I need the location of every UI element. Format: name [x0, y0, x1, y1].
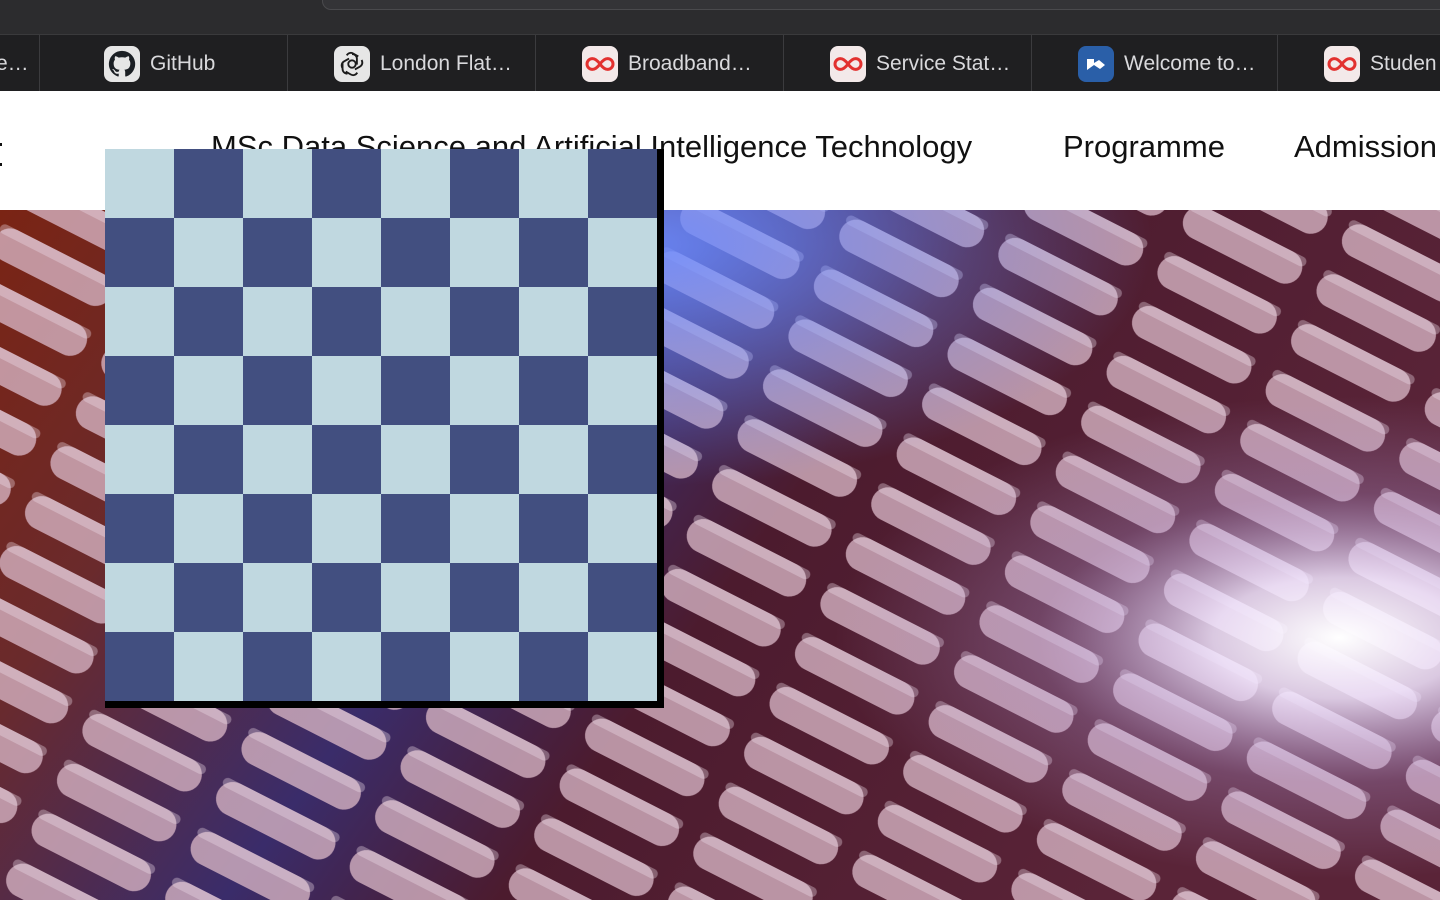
tab-label: Studen	[1370, 51, 1437, 75]
tab-london-flat[interactable]: London Flat…	[288, 35, 536, 92]
board-square	[174, 632, 243, 701]
board-square	[174, 356, 243, 425]
tab-label: GitHub	[150, 51, 216, 75]
board-square	[450, 563, 519, 632]
checkerboard-grid	[105, 149, 657, 701]
address-bar[interactable]	[322, 0, 1440, 10]
board-square	[588, 632, 657, 701]
board-square	[105, 218, 174, 287]
board-square	[381, 563, 450, 632]
board-square	[174, 494, 243, 563]
board-square	[243, 287, 312, 356]
board-square	[312, 287, 381, 356]
board-square	[105, 563, 174, 632]
board-square	[450, 218, 519, 287]
browser-window: e… GitHub London Flat… Broadband… Servic	[0, 0, 1440, 900]
board-square	[174, 563, 243, 632]
menu-icon[interactable]	[0, 135, 4, 175]
board-square	[450, 149, 519, 218]
board-square	[312, 494, 381, 563]
board-square	[243, 632, 312, 701]
board-square	[174, 218, 243, 287]
tab-broadband[interactable]: Broadband…	[536, 35, 784, 92]
board-square	[381, 494, 450, 563]
nav-admission[interactable]: Admission	[1294, 129, 1437, 165]
virgin-media-icon	[1324, 45, 1360, 82]
board-square	[381, 287, 450, 356]
board-square	[243, 218, 312, 287]
board-square	[450, 494, 519, 563]
board-square	[381, 425, 450, 494]
board-square	[105, 494, 174, 563]
board-square	[243, 494, 312, 563]
browser-toolbar	[0, 0, 1440, 34]
board-square	[450, 425, 519, 494]
virgin-media-icon	[830, 45, 866, 82]
board-square	[381, 356, 450, 425]
tab-label: e…	[0, 51, 29, 75]
board-square	[312, 632, 381, 701]
tab-github[interactable]: GitHub	[40, 35, 288, 92]
tab-student[interactable]: Studen	[1278, 35, 1440, 92]
tab-label: Welcome to…	[1124, 51, 1256, 75]
tab-label: Service Stat…	[876, 51, 1011, 75]
board-square	[105, 632, 174, 701]
board-square	[519, 356, 588, 425]
tab-label: London Flat…	[380, 51, 512, 75]
board-square	[450, 356, 519, 425]
board-square	[519, 287, 588, 356]
board-square	[312, 218, 381, 287]
board-square	[450, 632, 519, 701]
tab-label: Broadband…	[628, 51, 752, 75]
board-square	[243, 356, 312, 425]
board-square	[381, 632, 450, 701]
board-square	[243, 149, 312, 218]
board-square	[519, 425, 588, 494]
checkerboard-overlay	[105, 149, 664, 708]
tab-welcome[interactable]: Welcome to…	[1032, 35, 1278, 92]
board-square	[105, 425, 174, 494]
board-square	[174, 425, 243, 494]
board-square	[312, 563, 381, 632]
board-square	[312, 425, 381, 494]
github-icon	[104, 45, 140, 82]
board-square	[519, 632, 588, 701]
board-square	[588, 563, 657, 632]
board-square	[381, 218, 450, 287]
board-square	[243, 563, 312, 632]
board-square	[588, 149, 657, 218]
board-square	[588, 356, 657, 425]
board-square	[588, 494, 657, 563]
bookmarks-tab-strip: e… GitHub London Flat… Broadband… Servic	[0, 34, 1440, 92]
board-square	[588, 287, 657, 356]
board-square	[105, 149, 174, 218]
tab-truncated[interactable]: e…	[0, 35, 40, 92]
board-square	[312, 149, 381, 218]
virgin-media-icon	[582, 45, 618, 82]
board-square	[519, 563, 588, 632]
board-square	[312, 356, 381, 425]
board-square	[588, 425, 657, 494]
board-square	[105, 287, 174, 356]
openai-icon	[334, 45, 370, 82]
nav-programme[interactable]: Programme	[1063, 129, 1225, 165]
board-square	[519, 494, 588, 563]
board-square	[519, 218, 588, 287]
board-square	[105, 356, 174, 425]
board-square	[243, 425, 312, 494]
tab-service-status[interactable]: Service Stat…	[784, 35, 1032, 92]
board-square	[588, 218, 657, 287]
board-square	[381, 149, 450, 218]
blue-app-icon	[1078, 45, 1114, 82]
board-square	[174, 287, 243, 356]
board-square	[519, 149, 588, 218]
board-square	[174, 149, 243, 218]
board-square	[450, 287, 519, 356]
